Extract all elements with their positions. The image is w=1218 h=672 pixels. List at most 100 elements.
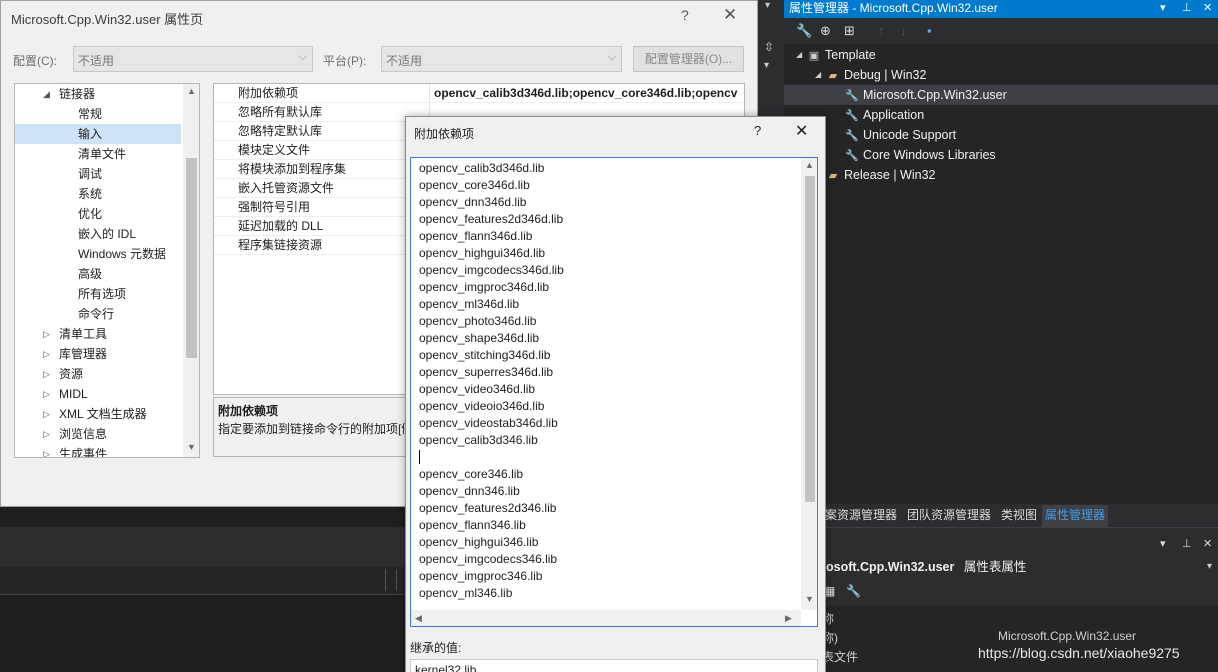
scroll-down-icon[interactable]: ▾ — [764, 60, 769, 71]
property-category-tree: ◢ 链接器 常规 输入 清单文件 调试 系统 优化 嵌入的 IDL Windows 元数据 高级 所有… — [14, 83, 200, 458]
move-up-icon[interactable]: ↑ — [878, 23, 885, 38]
dependency-line: opencv_highgui346.lib — [419, 535, 539, 549]
tree-item-label: 库管理器 — [59, 347, 108, 361]
platform-combo[interactable]: 不适用 ⌵ — [381, 46, 622, 72]
tree-item[interactable]: ▷ 清单工具 — [15, 324, 181, 344]
property-manager-tree: ◢ ▣ Template ◢ ▰ Debug | Win32 🔧 Microsoft.Cpp.… — [784, 44, 1218, 504]
scrollbar-thumb[interactable] — [186, 158, 197, 358]
tree-item[interactable]: ▷ MIDL — [15, 384, 181, 404]
tree-item[interactable]: 所有选项 — [15, 284, 181, 304]
collapsed-arrow-icon[interactable]: ▷ — [43, 324, 55, 344]
scroll-left-icon[interactable]: ◀ — [415, 613, 422, 624]
property-manager-item-label: Debug | Win32 — [844, 68, 927, 82]
wrench-icon[interactable]: 🔧 — [846, 584, 861, 598]
scroll-down-icon[interactable]: ▼ — [187, 442, 196, 452]
collapsed-arrow-icon[interactable]: ▷ — [43, 384, 55, 404]
property-value[interactable]: opencv_calib3d346d.lib;opencv_core346d.l… — [434, 84, 737, 103]
configuration-combo[interactable]: 不适用 ⌵ — [73, 46, 313, 72]
tree-item-label: 命令行 — [78, 307, 115, 321]
scroll-up-icon[interactable]: ▲ — [187, 86, 196, 96]
close-icon[interactable]: ✕ — [1203, 0, 1212, 17]
tree-item[interactable]: 命令行 — [15, 304, 181, 324]
add-new-sheet-icon[interactable]: ⊕ — [820, 23, 831, 39]
platform-value: 不适用 — [386, 54, 423, 68]
description-title: 附加依赖项 — [218, 404, 279, 418]
expanded-arrow-icon[interactable]: ◢ — [43, 84, 55, 104]
tree-item-label: XML 文档生成器 — [59, 407, 147, 421]
collapsed-arrow-icon[interactable]: ▷ — [43, 424, 55, 444]
close-icon[interactable]: ✕ — [1203, 537, 1212, 550]
pin-icon[interactable]: ⊥ — [1182, 537, 1192, 550]
output-panel-toolbar — [0, 567, 405, 595]
property-manager-item-label: Microsoft.Cpp.Win32.user — [863, 88, 1007, 102]
save-icon[interactable]: ▪ — [927, 23, 932, 38]
horizontal-scrollbar[interactable]: ◀ ▶ — [411, 610, 801, 626]
properties-object-selector[interactable]: osoft.Cpp.Win32.user 属性表属性 ▾ — [784, 556, 1218, 578]
tree-item[interactable]: 调试 — [15, 164, 181, 184]
collapsed-arrow-icon[interactable]: ▷ — [43, 344, 55, 364]
chevron-down-icon[interactable]: ▾ — [765, 0, 770, 11]
expanded-arrow-icon[interactable]: ◢ — [815, 65, 821, 85]
tree-item[interactable]: 嵌入的 IDL — [15, 224, 181, 244]
dropdown-icon[interactable]: ▾ — [1160, 537, 1166, 550]
configuration-manager-button[interactable]: 配置管理器(O)... — [633, 46, 744, 72]
help-icon[interactable]: ? — [754, 123, 761, 138]
tab-0[interactable]: 案资源管理器 — [822, 505, 900, 527]
property-manager-item[interactable]: ▷▰Release | Win32 — [784, 165, 1218, 185]
tab-3[interactable]: 属性管理器 — [1042, 505, 1109, 527]
property-manager-item[interactable]: ◢ ▣ Template — [784, 45, 1218, 65]
property-manager-item[interactable]: 🔧 Unicode Support — [784, 125, 1218, 145]
close-icon[interactable]: ✕ — [723, 5, 737, 25]
dependency-line: opencv_imgproc346.lib — [419, 569, 543, 583]
dropdown-icon[interactable]: ▾ — [1160, 0, 1166, 17]
close-icon[interactable]: ✕ — [795, 121, 808, 141]
splitter-handle[interactable] — [385, 569, 397, 591]
property-manager-item[interactable]: 🔧 Application — [784, 105, 1218, 125]
collapsed-arrow-icon[interactable]: ▷ — [43, 364, 55, 384]
property-manager-item[interactable]: 🔧 Core Windows Libraries — [784, 145, 1218, 165]
tree-item[interactable]: ▷ 库管理器 — [15, 344, 181, 364]
wrench-icon[interactable]: 🔧 — [796, 23, 812, 39]
dependency-line: opencv_stitching346d.lib — [419, 348, 551, 362]
chevron-down-icon: ⌵ — [298, 51, 307, 63]
tree-item[interactable]: 系统 — [15, 184, 181, 204]
tree-item[interactable]: 输入 — [15, 124, 181, 144]
property-manager-item[interactable]: 🔧 Microsoft.Cpp.Win32.user — [784, 85, 1218, 105]
dependencies-textarea[interactable]: opencv_calib3d346d.lib opencv_core346d.li… — [410, 157, 818, 627]
dependency-line: opencv_dnn346.lib — [419, 484, 520, 498]
object-name: osoft.Cpp.Win32.user — [826, 560, 955, 574]
tree-item[interactable]: 高级 — [15, 264, 181, 284]
tab-2[interactable]: 类视图 — [998, 505, 1040, 527]
tree-item[interactable]: Windows 元数据 — [15, 244, 181, 264]
tree-item[interactable]: ◢ 链接器 — [15, 84, 181, 104]
tree-item[interactable]: ▷ 资源 — [15, 364, 181, 384]
tree-item[interactable]: 优化 — [15, 204, 181, 224]
divider — [826, 527, 1218, 528]
property-name: 程序集链接资源 — [238, 238, 323, 252]
split-icon[interactable]: ⇳ — [764, 40, 774, 54]
expanded-arrow-icon[interactable]: ◢ — [796, 45, 802, 65]
scroll-up-icon[interactable]: ▲ — [805, 160, 814, 170]
tree-item[interactable]: ▷ XML 文档生成器 — [15, 404, 181, 424]
property-manager-item[interactable]: ◢ ▰ Debug | Win32 — [784, 65, 1218, 85]
move-down-icon[interactable]: ↓ — [900, 23, 907, 38]
properties-window-header: ▾ ⊥ ✕ — [784, 537, 1218, 553]
tree-scrollbar[interactable]: ▲ ▼ — [183, 84, 199, 457]
property-row[interactable]: 附加依赖项 opencv_calib3d346d.lib;opencv_core3… — [214, 84, 744, 103]
help-icon[interactable]: ? — [681, 7, 689, 23]
tree-item[interactable]: 清单文件 — [15, 144, 181, 164]
add-existing-sheet-icon[interactable]: ⊞ — [844, 23, 855, 39]
scrollbar-thumb[interactable] — [805, 176, 815, 502]
dependency-line: opencv_features2d346d.lib — [419, 212, 564, 226]
tree-item[interactable]: ▷ 浏览信息 — [15, 424, 181, 444]
pin-icon[interactable]: ⊥ — [1182, 0, 1192, 17]
tab-1[interactable]: 团队资源管理器 — [904, 505, 994, 527]
scroll-right-icon[interactable]: ▶ — [785, 613, 792, 624]
tree-item[interactable]: 常规 — [15, 104, 181, 124]
dependency-line: opencv_flann346d.lib — [419, 229, 533, 243]
vertical-scrollbar[interactable]: ▲ ▼ — [801, 158, 817, 610]
scroll-down-icon[interactable]: ▼ — [805, 594, 814, 604]
collapsed-arrow-icon[interactable]: ▷ — [43, 404, 55, 424]
collapsed-arrow-icon[interactable]: ▷ — [43, 444, 55, 457]
tree-item[interactable]: ▷ 生成事件 — [15, 444, 181, 457]
